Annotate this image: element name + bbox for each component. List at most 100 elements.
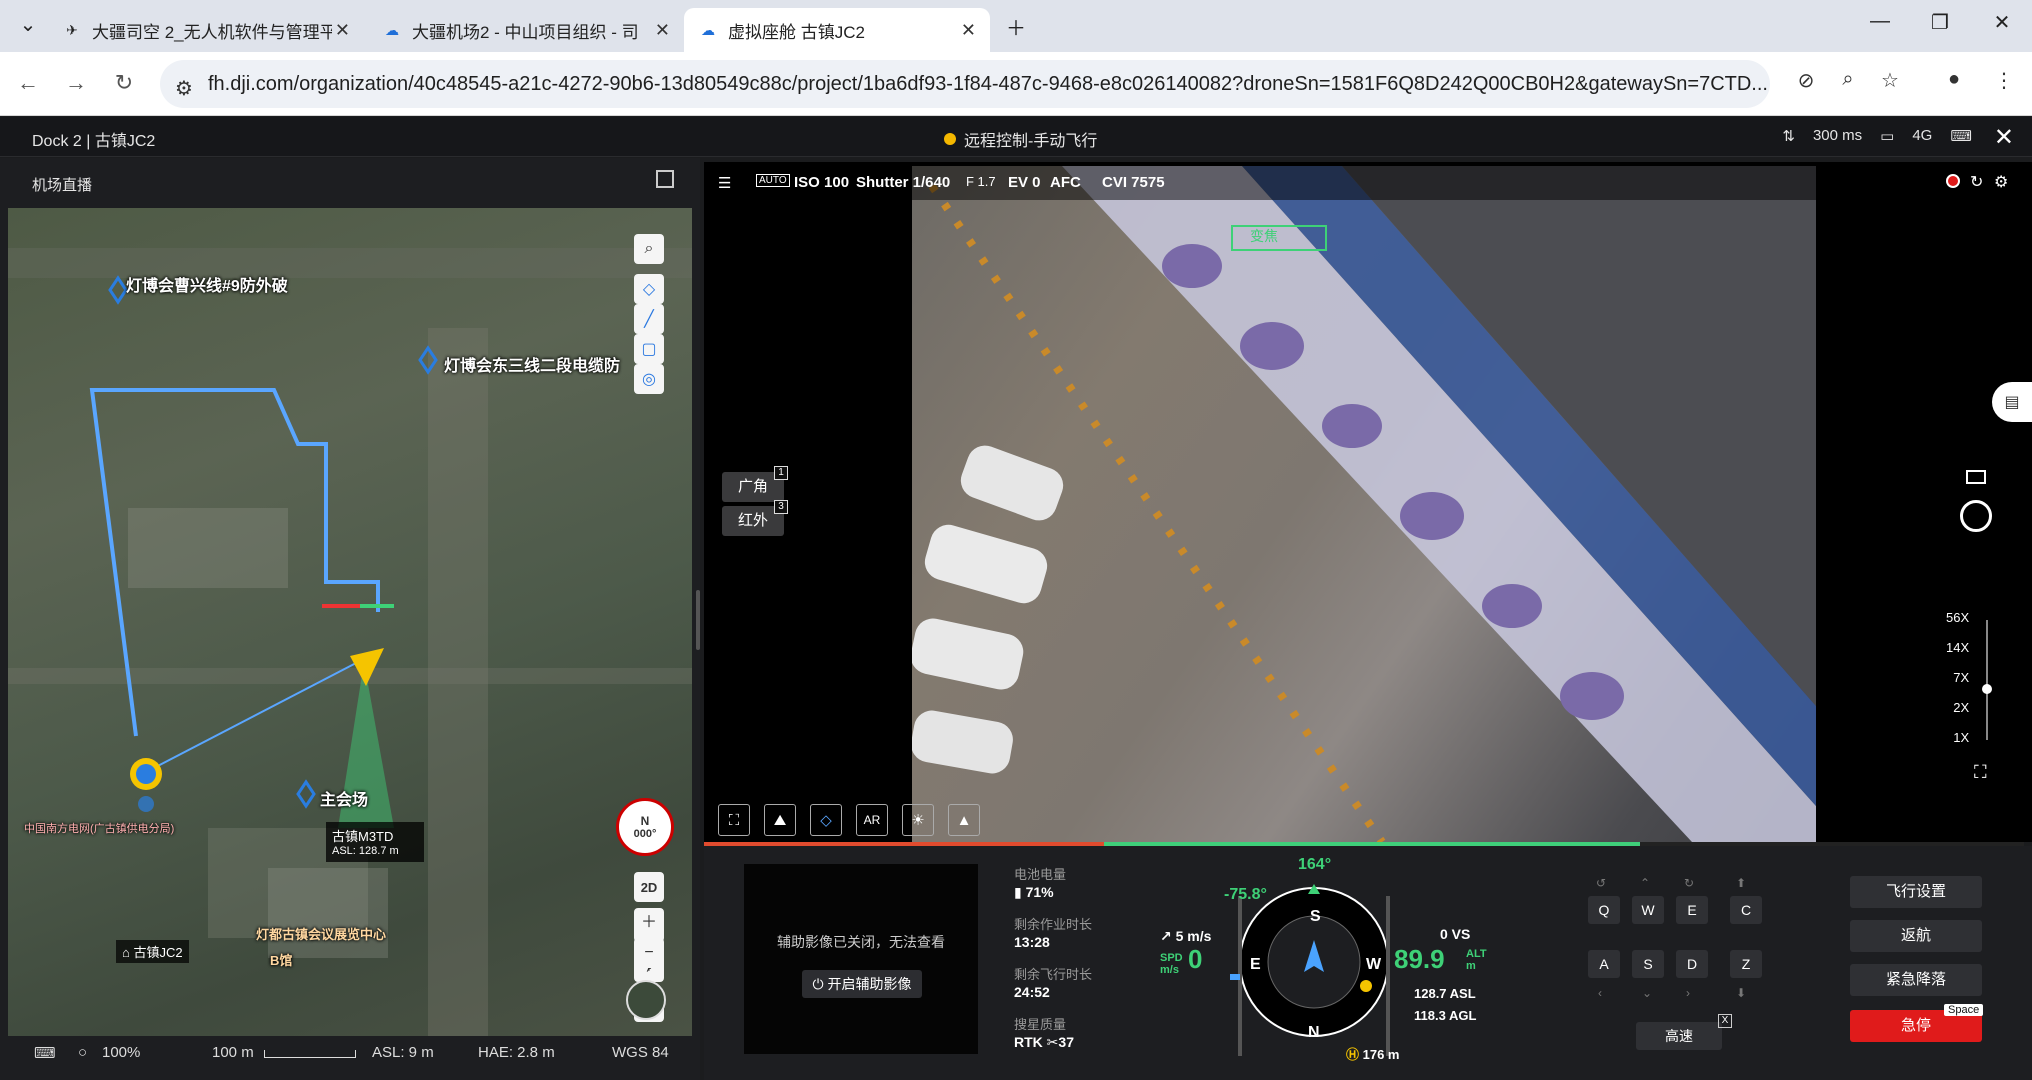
zoom-in-icon[interactable]: ＋ [634,908,664,938]
zoom-14x[interactable]: 14X [1946,640,1969,670]
home-distance: Ⓗ 176 m [1346,1044,1400,1063]
latency: 300 ms [1812,127,1863,144]
map-layer-icon[interactable] [626,980,666,1020]
screen-icon: ▭ [1880,128,1895,145]
key-c[interactable]: C [1730,896,1762,924]
ai-spot-icon[interactable]: ▲ [948,804,980,836]
tab-label: 虚拟座舱 古镇JC2 [728,22,865,42]
keyboard-icon[interactable]: ⌨ [34,1044,56,1062]
map-label-4: 灯都古镇会议展览中心 [256,927,387,942]
asl-value: 128.7 ASL [1414,986,1476,1001]
tab-dji-skyspace[interactable]: ✈ 大疆司空 2_无人机软件与管理平 ✕ [48,8,364,52]
gear-icon[interactable]: ⚙ [1994,172,2008,192]
map-label-5: B馆 [270,953,293,968]
flight-settings-button[interactable]: 飞行设置 [1850,876,1982,908]
restore-icon[interactable]: ❐ [1920,10,1960,35]
tab-search-icon[interactable]: ⌄ [8,12,48,37]
up-arrow-icon: ⌃ [1640,876,1651,890]
map-view[interactable]: 灯博会曹兴线#9防外破 灯博会东三线二段电缆防 主会场 灯都古镇会议展览中心 B… [8,208,692,1036]
back-icon[interactable]: ← [12,70,44,96]
heading: 164° [1298,856,1332,873]
zoom-out-icon[interactable]: − [634,938,664,968]
tracking-icon[interactable]: ⊘ [1790,68,1822,93]
drone-tag[interactable]: 古镇M3TD ASL: 128.7 m [326,822,424,862]
dock-tag[interactable]: ⌂ 古镇JC2 [116,940,189,963]
zoom-56x[interactable]: 56X [1946,610,1969,640]
key-z[interactable]: Z [1730,950,1762,978]
link-status: ⇅ 300 ms ▭ 4G ⌨ [1782,127,1972,145]
emergency-land-button[interactable]: 紧急降落 [1850,964,1982,996]
aux-video-box: 辅助影像已关闭，无法查看 ⏻ 开启辅助影像 [744,864,978,1054]
screenshot-icon[interactable] [1966,470,1986,484]
shutter-button[interactable] [1960,500,1992,532]
zoom-slider-knob[interactable] [1982,684,1992,694]
panel-splitter[interactable] [696,590,700,650]
map-mode-2d[interactable]: 2D [634,872,664,902]
light-icon[interactable]: ☀ [902,804,934,836]
pin-point-icon[interactable]: ◇ [810,804,842,836]
close-tab-icon[interactable]: ✕ [335,20,350,41]
fullscreen-icon[interactable]: ⛶ [1974,762,1987,783]
map-asl: ASL: 9 m [372,1044,434,1061]
feed-graphics [912,166,1816,842]
key-d[interactable]: D [1676,950,1708,978]
ar-icon[interactable]: AR [856,804,888,836]
tab-virtual-cockpit[interactable]: ☁ 虚拟座舱 古镇JC2 ✕ [684,8,990,52]
enable-aux-video-button[interactable]: ⏻ 开启辅助影像 [802,970,922,998]
close-tab-icon[interactable]: ✕ [961,20,976,41]
new-tab-icon[interactable]: ＋ [996,12,1036,41]
site-info-icon[interactable]: ⚙ [168,76,200,101]
forward-icon[interactable]: → [60,70,92,96]
battery-icon: ▮ [1014,884,1026,900]
close-tab-icon[interactable]: ✕ [655,20,670,41]
video-area: 变焦 ☰ AUTO ISO 100 Shutter 1/640 F 1.7 EV… [704,162,2032,842]
speed-mode-button[interactable]: 高速 [1636,1022,1722,1050]
pin-tool-icon[interactable]: ◇ [634,274,664,304]
feed-overlay-label: 变焦 [1250,228,1278,244]
close-window-icon[interactable]: ✕ [1982,10,2022,35]
zoom-1x[interactable]: 1X [1946,730,1969,760]
drone-asl: ASL: 128.7 m [332,845,399,857]
reload-icon[interactable]: ↻ [108,70,140,96]
cloud-icon: ☁ [385,21,399,38]
home-icon: Ⓗ [1346,1047,1363,1062]
settings-slider-icon[interactable]: ☰ [718,174,731,192]
profile-icon[interactable]: ● [1938,68,1970,91]
map-panel: 机场直播 灯博会曹兴线#9防外破 灯博会东三线二段电缆防 主会场 灯都古镇会议展… [0,158,700,1080]
refresh-icon[interactable]: ↻ [1970,172,1983,192]
menu-icon[interactable]: ⋮ [1988,68,2020,93]
url-input[interactable]: ⚙ fh.dji.com/organization/40c48545-a21c-… [160,60,1770,108]
line-tool-icon[interactable]: ╱ [634,304,664,334]
circle-tool-icon[interactable]: ◎ [634,364,664,394]
map-photo-icon[interactable]: ⛰ [764,804,796,836]
record-icon[interactable] [1946,174,1960,188]
zoom-7x[interactable]: 7X [1946,670,1969,700]
auto-mode[interactable]: AUTO [756,174,790,187]
polygon-tool-icon[interactable]: ▢ [634,334,664,364]
frame-select-icon[interactable]: ⛶ [718,804,750,836]
rtk-count: 37 [1058,1034,1074,1050]
zoom-icon[interactable]: ⌕ [1832,68,1864,91]
address-bar-row: ← → ↻ ⚙ fh.dji.com/organization/40c48545… [0,52,2032,116]
expand-icon[interactable] [656,170,674,188]
minimize-icon[interactable]: — [1860,10,1900,33]
key-q[interactable]: Q [1588,896,1620,924]
chat-icon[interactable]: ▤ [1992,382,2032,422]
map-search-icon[interactable]: ⌕ [634,234,664,264]
bookmark-star-icon[interactable]: ☆ [1874,68,1906,93]
descend-icon: ⬇ [1736,986,1747,1000]
dock-name: 古镇JC2 [133,945,183,960]
zoom-2x[interactable]: 2X [1946,700,1969,730]
camera-feed[interactable]: 变焦 [912,166,1816,842]
key-a[interactable]: A [1588,950,1620,978]
zoom-track[interactable] [1986,620,1988,740]
speed-key: X [1718,1014,1732,1028]
key-w[interactable]: W [1632,896,1664,924]
rth-button[interactable]: 返航 [1850,920,1982,952]
key-s[interactable]: S [1632,950,1664,978]
map-compass[interactable]: N 000° [616,798,674,856]
tab-dji-dock[interactable]: ☁ 大疆机场2 - 中山项目组织 - 司 ✕ [368,8,684,52]
home-dist-value: 176 m [1362,1047,1400,1062]
key-e[interactable]: E [1676,896,1708,924]
close-cockpit-icon[interactable]: ✕ [1994,123,2014,152]
